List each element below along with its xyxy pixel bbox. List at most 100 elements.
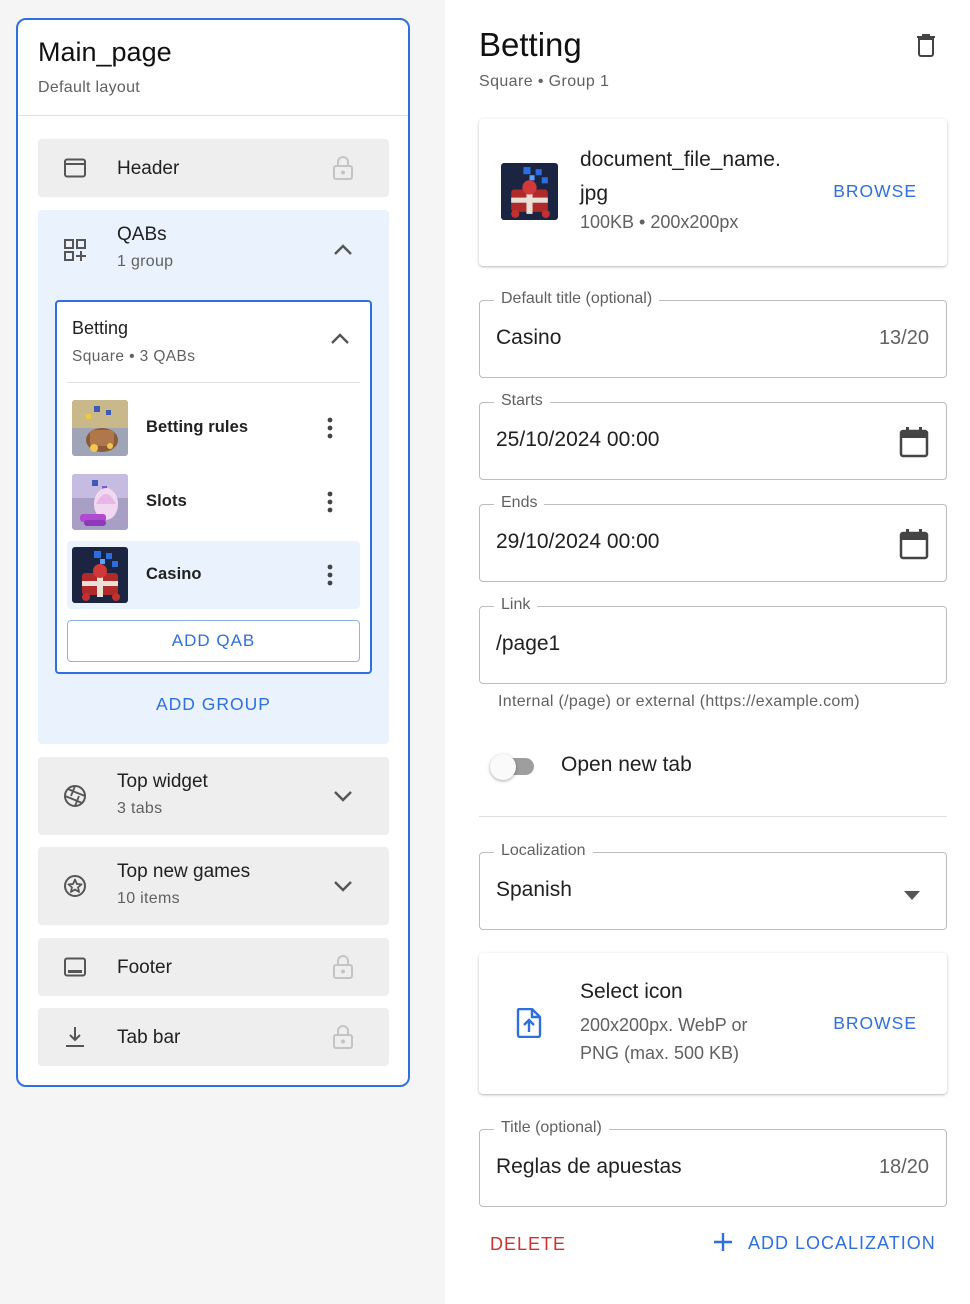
- chevron-up-icon: [331, 238, 355, 262]
- dropdown-arrow-icon: [904, 887, 920, 905]
- image-file-card: document_file_name. jpg 100KB • 200x200p…: [479, 119, 947, 266]
- link-field[interactable]: Link /page1: [479, 596, 947, 684]
- calendar-icon[interactable]: [899, 528, 929, 565]
- localization-select[interactable]: Localization Spanish: [479, 842, 947, 930]
- delete-localization-button[interactable]: DELETE: [490, 1234, 566, 1255]
- more-vert-icon[interactable]: [318, 563, 342, 587]
- field-value: 25/10/2024 00:00: [496, 428, 660, 451]
- lock-icon: [331, 156, 355, 180]
- chevron-up-icon: [330, 332, 350, 351]
- field-label: Link: [494, 596, 538, 614]
- chevron-down-icon: [331, 874, 355, 898]
- detail-subtitle: Square • Group 1: [479, 73, 610, 90]
- more-vert-icon[interactable]: [318, 490, 342, 514]
- browse-file-button[interactable]: BROWSE: [833, 181, 917, 202]
- trash-icon[interactable]: [914, 32, 938, 63]
- section-sub: 10 items: [117, 890, 180, 907]
- ends-date-field[interactable]: Ends 29/10/2024 00:00: [479, 494, 947, 582]
- add-group-button[interactable]: ADD GROUP: [38, 694, 389, 715]
- page-header: Main_page Default layout: [18, 20, 408, 116]
- upload-file-icon: [516, 1007, 542, 1043]
- starts-date-field[interactable]: Starts 25/10/2024 00:00: [479, 392, 947, 480]
- divider: [67, 382, 360, 383]
- open-new-tab-toggle[interactable]: [490, 752, 546, 782]
- field-label: Localization: [494, 842, 593, 860]
- star-circle-icon: [62, 873, 88, 899]
- field-label: Ends: [494, 494, 545, 512]
- char-counter: 18/20: [878, 1156, 929, 1178]
- page-title: Main_page: [38, 37, 172, 67]
- section-footer[interactable]: Footer: [38, 938, 389, 996]
- qab-group-subtitle: Square • 3 QABs: [72, 348, 196, 365]
- section-sub: 1 group: [117, 253, 174, 270]
- divider: [479, 816, 947, 817]
- section-label: Top new games: [117, 861, 251, 882]
- section-label: Tab bar: [117, 1027, 181, 1048]
- section-top-new-games[interactable]: Top new games 10 items: [38, 847, 389, 925]
- file-name-line: document_file_name.: [580, 148, 781, 171]
- qab-group-betting: Betting Square • 3 QABs Betting rules Sl…: [55, 300, 372, 674]
- file-name: document_file_name. jpg: [580, 143, 810, 211]
- more-vert-icon[interactable]: [318, 416, 342, 440]
- section-label: Top widget: [117, 771, 208, 792]
- add-qab-button[interactable]: ADD QAB: [67, 620, 360, 662]
- section-qabs-toggle[interactable]: QABs 1 group: [38, 210, 389, 290]
- lock-icon: [331, 1025, 355, 1049]
- browse-icon-button[interactable]: BROWSE: [833, 1013, 917, 1034]
- detail-title: Betting: [479, 26, 582, 63]
- page-card: Main_page Default layout Header QABs 1 g…: [16, 18, 410, 1087]
- add-localization-button[interactable]: ADD LOCALIZATION: [712, 1231, 936, 1256]
- icon-card-description: 200x200px. WebP or PNG (max. 500 KB): [580, 1011, 800, 1067]
- section-qabs: QABs 1 group Betting Square • 3 QABs Bet…: [38, 210, 389, 744]
- footer-icon: [62, 954, 88, 980]
- field-value: Reglas de apuestas: [496, 1155, 682, 1178]
- section-label: QABs: [117, 224, 167, 245]
- char-counter: 13/20: [878, 327, 929, 349]
- section-sub: 3 tabs: [117, 800, 163, 817]
- chevron-down-icon: [331, 784, 355, 808]
- qab-label: Slots: [146, 492, 187, 510]
- add-localization-label: ADD LOCALIZATION: [748, 1233, 936, 1253]
- lock-icon: [331, 955, 355, 979]
- field-value: Casino: [496, 326, 562, 349]
- qab-item[interactable]: Slots: [67, 468, 360, 536]
- qab-thumbnail: [72, 400, 128, 456]
- icon-upload-card: Select icon 200x200px. WebP or PNG (max.…: [479, 953, 947, 1094]
- plus-icon: [712, 1231, 734, 1256]
- field-value: 29/10/2024 00:00: [496, 530, 660, 553]
- file-name-line: jpg: [580, 182, 609, 205]
- field-label: Default title (optional): [494, 290, 660, 308]
- calendar-icon[interactable]: [899, 426, 929, 463]
- file-thumbnail: [501, 163, 558, 220]
- icon-card-title: Select icon: [580, 980, 683, 1003]
- section-header[interactable]: Header: [38, 139, 389, 197]
- qab-thumbnail: [72, 547, 128, 603]
- section-top-widget[interactable]: Top widget 3 tabs: [38, 757, 389, 835]
- qab-thumbnail: [72, 474, 128, 530]
- download-icon: [62, 1024, 88, 1050]
- section-label: Footer: [117, 957, 172, 978]
- open-new-tab-label: Open new tab: [561, 753, 692, 776]
- qab-group-title: Betting: [72, 318, 129, 338]
- file-meta: 100KB • 200x200px: [580, 212, 739, 232]
- page-subtitle: Default layout: [38, 79, 141, 96]
- qab-item-selected[interactable]: Casino: [67, 541, 360, 609]
- section-label: Header: [117, 158, 180, 179]
- qab-group-toggle[interactable]: Betting Square • 3 QABs: [57, 302, 370, 382]
- section-tab-bar[interactable]: Tab bar: [38, 1008, 389, 1066]
- field-label: Starts: [494, 392, 550, 410]
- link-helper-text: Internal (/page) or external (https://ex…: [498, 693, 860, 710]
- qab-item[interactable]: Betting rules: [67, 394, 360, 462]
- web-asset-icon: [62, 155, 88, 181]
- field-label: Title (optional): [494, 1119, 609, 1137]
- aperture-icon: [62, 783, 88, 809]
- default-title-field[interactable]: Default title (optional) Casino 13/20: [479, 290, 947, 378]
- field-value: Spanish: [496, 878, 572, 901]
- toggle-knob: [490, 754, 516, 780]
- localized-title-field[interactable]: Title (optional) Reglas de apuestas 18/2…: [479, 1119, 947, 1207]
- icon-card-desc-line: PNG (max. 500 KB): [580, 1043, 740, 1063]
- qab-grid-icon: [62, 237, 88, 263]
- qab-label: Casino: [146, 565, 202, 583]
- qab-label: Betting rules: [146, 418, 249, 436]
- field-value: /page1: [496, 632, 561, 655]
